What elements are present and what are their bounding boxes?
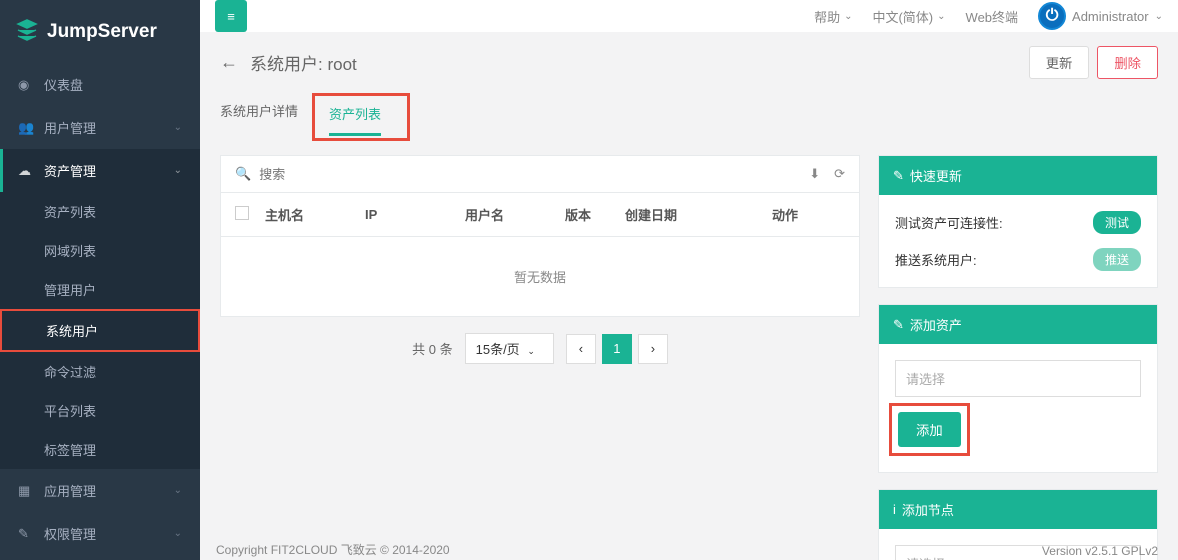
asset-select[interactable]: 请选择 [895, 360, 1141, 397]
users-icon: 👥 [18, 120, 36, 136]
logo-text: JumpServer [47, 21, 157, 43]
chevron-down-icon: ⌄ [174, 485, 182, 496]
search-bar: 🔍 ⬇ ⟳ [220, 155, 860, 193]
sidebar-item-asset-list[interactable]: 资产列表 [0, 192, 200, 231]
add-asset-button[interactable]: 添加 [898, 412, 961, 447]
panel-title: 添加节点 [902, 500, 954, 519]
asset-table: 主机名 IP 用户名 版本 创建日期 动作 暂无数据 [220, 193, 860, 317]
prev-page-button[interactable]: ‹ [566, 334, 596, 364]
sidebar-item-system-user[interactable]: 系统用户 [0, 309, 200, 352]
sidebar-item-label-mgmt[interactable]: 标签管理 [0, 430, 200, 469]
update-button[interactable]: 更新 [1029, 46, 1090, 79]
add-asset-panel: ✎ 添加资产 请选择 添加 [878, 304, 1158, 473]
pagination: 共 0 条 15条/页 ⌄ ‹ 1 › [220, 317, 860, 380]
language-select[interactable]: 中文(简体) ⌄ [872, 7, 945, 26]
chevron-down-icon: ⌄ [844, 11, 852, 22]
search-input[interactable] [259, 167, 809, 182]
hamburger-icon: ≡ [227, 9, 235, 24]
sidebar-item-app-mgmt[interactable]: ▦ 应用管理 ⌄ [0, 469, 200, 512]
page-title: 系统用户: root [250, 50, 357, 75]
user-menu[interactable]: ⏻ Administrator ⌄ [1038, 2, 1163, 30]
select-all-checkbox[interactable] [235, 206, 249, 220]
sidebar-item-user-mgmt[interactable]: 👥 用户管理 ⌄ [0, 106, 200, 149]
search-icon: 🔍 [235, 166, 251, 182]
panel-title: 添加资产 [910, 315, 962, 334]
sidebar-item-platform-list[interactable]: 平台列表 [0, 391, 200, 430]
toggle-sidebar-button[interactable]: ≡ [215, 0, 247, 32]
chevron-down-icon: ⌄ [174, 528, 182, 539]
sidebar-item-admin-user[interactable]: 管理用户 [0, 270, 200, 309]
cloud-icon: ☁ [18, 163, 36, 179]
push-button[interactable]: 推送 [1093, 248, 1141, 271]
chevron-down-icon: ⌄ [174, 165, 182, 176]
logo[interactable]: JumpServer [0, 0, 200, 63]
sidebar-item-domain-list[interactable]: 网域列表 [0, 231, 200, 270]
edit-icon: ✎ [893, 317, 904, 333]
refresh-button[interactable]: ⟳ [834, 166, 845, 182]
col-host[interactable]: 主机名 [265, 205, 365, 224]
dashboard-icon: ◉ [18, 77, 36, 93]
test-connectivity-label: 测试资产可连接性: [895, 213, 1003, 232]
next-page-button[interactable]: › [638, 334, 668, 364]
col-user[interactable]: 用户名 [465, 205, 565, 224]
col-date[interactable]: 创建日期 [625, 205, 725, 224]
delete-button[interactable]: 删除 [1097, 46, 1158, 79]
help-link[interactable]: 帮助 ⌄ [814, 7, 852, 26]
col-ver[interactable]: 版本 [565, 205, 625, 224]
tab-detail[interactable]: 系统用户详情 [220, 93, 298, 141]
download-button[interactable]: ⬇ [809, 166, 820, 182]
back-button[interactable]: ← [220, 52, 238, 73]
sidebar-item-dashboard[interactable]: ◉ 仪表盘 [0, 63, 200, 106]
footer-copyright: Copyright FIT2CLOUD 飞致云 © 2014-2020 [216, 541, 450, 558]
page-total: 共 0 条 [412, 339, 452, 358]
sidebar: JumpServer ◉ 仪表盘 👥 用户管理 ⌄ ☁ 资产管理 ⌄ 资产列表 … [0, 0, 200, 560]
logo-icon [15, 18, 39, 45]
col-ip[interactable]: IP [365, 207, 465, 222]
power-icon: ⏻ [1038, 2, 1066, 30]
sidebar-item-cmd-filter[interactable]: 命令过滤 [0, 352, 200, 391]
tabs: 系统用户详情 资产列表 [220, 93, 1158, 141]
push-user-label: 推送系统用户: [895, 250, 977, 269]
sidebar-item-asset-mgmt[interactable]: ☁ 资产管理 ⌄ [0, 149, 200, 192]
chevron-down-icon: ⌄ [527, 346, 535, 356]
chevron-down-icon: ⌄ [1155, 11, 1163, 22]
page-size-select[interactable]: 15条/页 ⌄ [465, 333, 554, 364]
highlight-add-button: 添加 [889, 403, 970, 456]
tab-asset-list[interactable]: 资产列表 [329, 96, 381, 136]
grid-icon: ▦ [18, 483, 36, 499]
page-number[interactable]: 1 [602, 334, 632, 364]
edit-icon: ✎ [18, 526, 36, 542]
web-terminal-link[interactable]: Web终端 [966, 7, 1019, 26]
quick-update-panel: ✎ 快速更新 测试资产可连接性: 测试 推送系统用户: 推送 [878, 155, 1158, 288]
chevron-down-icon: ⌄ [174, 122, 182, 133]
footer-version: Version v2.5.1 GPLv2 [1042, 544, 1158, 558]
panel-title: 快速更新 [910, 166, 962, 185]
empty-state: 暂无数据 [221, 237, 859, 316]
topbar: ≡ 帮助 ⌄ 中文(简体) ⌄ Web终端 ⏻ Administrator ⌄ [200, 0, 1178, 32]
col-action: 动作 [725, 205, 845, 224]
sidebar-item-session-mgmt[interactable]: ✈ 会话管理 ⌄ [0, 555, 200, 560]
info-icon: i [893, 502, 896, 517]
asset-submenu: 资产列表 网域列表 管理用户 系统用户 命令过滤 平台列表 标签管理 [0, 192, 200, 469]
page-header: ← 系统用户: root 更新 删除 系统用户详情 资产列表 [200, 32, 1178, 141]
test-button[interactable]: 测试 [1093, 211, 1141, 234]
highlight-asset-tab: 资产列表 [312, 93, 410, 141]
edit-icon: ✎ [893, 168, 904, 184]
chevron-down-icon: ⌄ [937, 11, 945, 22]
sidebar-item-perm-mgmt[interactable]: ✎ 权限管理 ⌄ [0, 512, 200, 555]
main: ≡ 帮助 ⌄ 中文(简体) ⌄ Web终端 ⏻ Administrator ⌄ [200, 0, 1178, 560]
